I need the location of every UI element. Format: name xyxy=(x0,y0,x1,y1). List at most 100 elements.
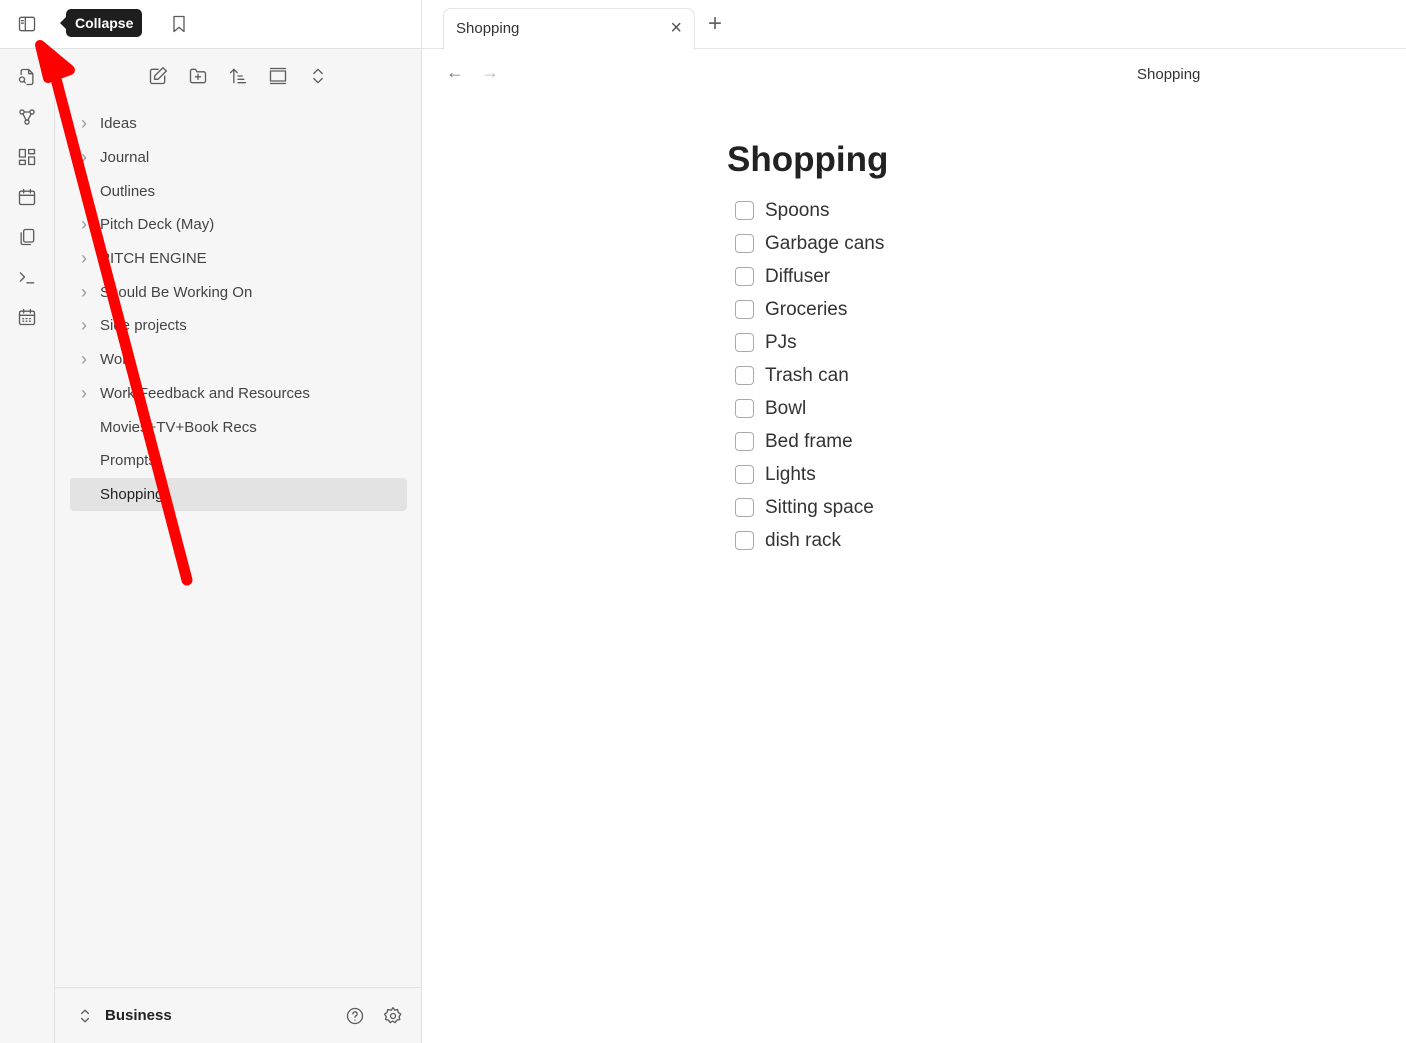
chevron-right-icon[interactable]: › xyxy=(81,147,87,168)
forward-arrow-icon[interactable]: → xyxy=(481,62,499,83)
chevron-right-icon[interactable]: › xyxy=(81,113,87,134)
task-label: PJs xyxy=(765,331,797,353)
task-label: Diffuser xyxy=(765,265,831,287)
chevron-right-icon[interactable]: › xyxy=(81,383,87,404)
tooltip: Collapse xyxy=(59,9,143,37)
file-tree-item-label: Movies+TV+Book Recs xyxy=(100,418,257,436)
task-item: Spoons xyxy=(727,194,888,227)
task-checkbox[interactable] xyxy=(735,366,754,385)
tab-shopping[interactable]: Shopping × xyxy=(443,8,695,50)
file-tree-item[interactable]: › Work xyxy=(70,343,407,377)
task-item: Bowl xyxy=(727,392,888,425)
calendar-icon[interactable] xyxy=(15,305,39,329)
quick-switcher-icon[interactable] xyxy=(15,65,39,89)
task-checkbox[interactable] xyxy=(735,201,754,220)
help-icon[interactable] xyxy=(343,1004,367,1028)
new-folder-icon[interactable] xyxy=(186,64,210,88)
task-checkbox[interactable] xyxy=(735,300,754,319)
task-item: Lights xyxy=(727,458,888,491)
task-checkbox[interactable] xyxy=(735,234,754,253)
file-tree-item[interactable]: Prompts xyxy=(70,444,407,478)
chevron-right-icon[interactable]: › xyxy=(81,214,87,235)
tab-title: Shopping xyxy=(456,20,520,37)
daily-note-icon[interactable] xyxy=(15,185,39,209)
task-label: Lights xyxy=(765,463,816,485)
command-palette-icon[interactable] xyxy=(15,265,39,289)
task-label: Bed frame xyxy=(765,430,853,452)
expand-collapse-icon[interactable] xyxy=(306,64,330,88)
file-tree-item-label: Outlines xyxy=(100,182,156,200)
file-tree-item[interactable]: › Journal xyxy=(70,141,407,175)
task-checkbox[interactable] xyxy=(735,432,754,451)
task-item: PJs xyxy=(727,326,888,359)
task-item: Sitting space xyxy=(727,491,888,524)
task-item: Garbage cans xyxy=(727,227,888,260)
task-checkbox[interactable] xyxy=(735,267,754,286)
task-checkbox[interactable] xyxy=(735,498,754,517)
file-tree-item[interactable]: › Ideas xyxy=(70,107,407,141)
tab-bar: Shopping × + xyxy=(422,0,1406,50)
vault-name[interactable]: Business xyxy=(105,1007,172,1024)
breadcrumb: Shopping xyxy=(1137,66,1201,83)
close-tab-icon[interactable]: × xyxy=(670,17,682,40)
file-tree-item[interactable]: › Work Feedback and Resources xyxy=(70,377,407,411)
task-label: Sitting space xyxy=(765,496,874,518)
file-tree-item-label: Work Feedback and Resources xyxy=(100,384,310,402)
task-checkbox[interactable] xyxy=(735,399,754,418)
file-tree-item-label: Work xyxy=(100,351,135,369)
auto-reveal-icon[interactable] xyxy=(266,64,290,88)
task-item: dish rack xyxy=(727,524,888,557)
task-label: Trash can xyxy=(765,364,849,386)
file-tree-item[interactable]: Outlines xyxy=(70,174,407,208)
task-list: Spoons Garbage cans Diffuser Groceries PJs Tr… xyxy=(727,194,888,557)
file-explorer: › Ideas › Journal Outlines › Pitch Deck (May) ›… xyxy=(55,49,422,1043)
chevron-right-icon[interactable]: › xyxy=(81,248,87,269)
task-label: dish rack xyxy=(765,529,842,551)
file-tree-item-label: Pitch Deck (May) xyxy=(100,216,215,234)
sidebar-toggle-icon[interactable] xyxy=(15,12,39,36)
file-tree-item[interactable]: Shopping xyxy=(70,477,407,512)
file-tree-item-label: Shopping xyxy=(100,485,164,503)
canvas-icon[interactable] xyxy=(15,145,39,169)
sort-icon[interactable] xyxy=(226,64,250,88)
file-tree-item-label: Ideas xyxy=(100,115,137,133)
sidebar-header: Collapse xyxy=(0,0,422,49)
task-label: Garbage cans xyxy=(765,232,885,254)
file-tree-item[interactable]: › Pitch Deck (May) xyxy=(70,208,407,242)
task-checkbox[interactable] xyxy=(735,531,754,550)
file-tree-item-label: PITCH ENGINE xyxy=(100,250,207,268)
templates-icon[interactable] xyxy=(15,225,39,249)
task-item: Diffuser xyxy=(727,260,888,293)
task-item: Trash can xyxy=(727,359,888,392)
vault-bar: Business xyxy=(55,987,421,1043)
chevron-right-icon[interactable]: › xyxy=(81,315,87,336)
file-tree-item-label: Journal xyxy=(100,149,150,167)
note-title: Shopping xyxy=(727,140,889,179)
file-tree-item-label: Should Be Working On xyxy=(100,283,253,301)
new-note-icon[interactable] xyxy=(146,64,170,88)
chevron-right-icon[interactable]: › xyxy=(81,349,87,370)
back-arrow-icon[interactable]: ← xyxy=(446,62,464,83)
task-label: Spoons xyxy=(765,199,830,221)
task-label: Groceries xyxy=(765,298,848,320)
task-item: Groceries xyxy=(727,293,888,326)
settings-gear-icon[interactable] xyxy=(381,1004,405,1028)
ribbon xyxy=(0,49,55,1043)
task-item: Bed frame xyxy=(727,425,888,458)
graph-icon[interactable] xyxy=(15,105,39,129)
file-tree-item[interactable]: › PITCH ENGINE xyxy=(70,242,407,276)
vault-switcher-icon[interactable] xyxy=(73,1004,97,1028)
task-label: Bowl xyxy=(765,397,807,419)
file-tree-item[interactable]: › Should Be Working On xyxy=(70,275,407,309)
task-checkbox[interactable] xyxy=(735,333,754,352)
file-tree-item-label: Side projects xyxy=(100,317,187,335)
file-tree: › Ideas › Journal Outlines › Pitch Deck (May) ›… xyxy=(70,107,407,512)
new-tab-icon[interactable]: + xyxy=(708,10,722,38)
file-tree-item[interactable]: Movies+TV+Book Recs xyxy=(70,410,407,444)
file-tree-item-label: Prompts xyxy=(100,452,156,470)
note-content: Shopping Spoons Garbage cans Diffuser Groce… xyxy=(727,140,888,557)
chevron-right-icon[interactable]: › xyxy=(81,282,87,303)
bookmark-icon[interactable] xyxy=(167,12,191,36)
file-tree-item[interactable]: › Side projects xyxy=(70,309,407,343)
task-checkbox[interactable] xyxy=(735,465,754,484)
